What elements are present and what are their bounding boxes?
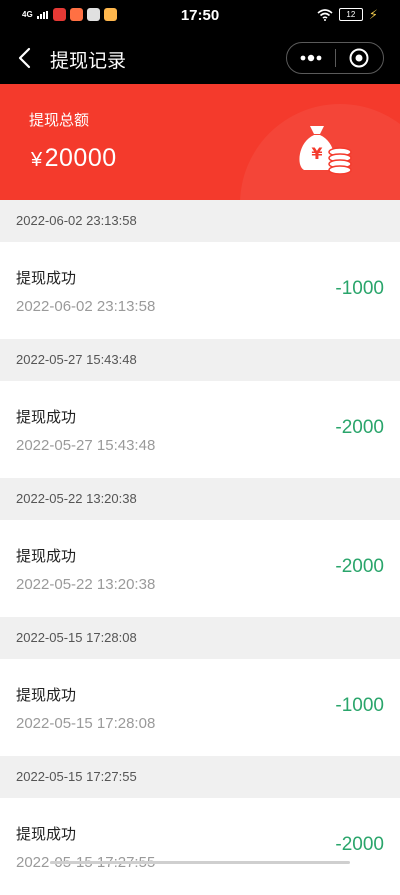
record-item[interactable]: 提现成功 2022-05-15 17:28:08 -1000 [0, 659, 400, 756]
record-status: 提现成功 [16, 548, 77, 565]
summary-amount: ¥20000 [31, 144, 117, 173]
summary-amount-value: 20000 [44, 144, 117, 172]
more-dots-icon [300, 54, 322, 62]
record-group: 2022-05-22 13:20:38 提现成功 2022-05-22 13:2… [0, 478, 400, 617]
home-indicator[interactable] [50, 861, 350, 864]
record-amount: -1000 [335, 278, 384, 299]
record-list: 2022-06-02 23:13:58 提现成功 2022-06-02 23:1… [0, 200, 400, 895]
record-status: 提现成功 [16, 270, 77, 287]
record-amount: -2000 [335, 556, 384, 577]
record-item[interactable]: 提现成功 2022-05-22 13:20:38 -2000 [0, 520, 400, 617]
record-group: 2022-05-15 17:28:08 提现成功 2022-05-15 17:2… [0, 617, 400, 756]
target-close-icon [349, 48, 369, 68]
more-button[interactable] [287, 43, 335, 73]
charging-icon: ⚡ [368, 7, 378, 22]
summary-label: 提现总额 [29, 112, 90, 129]
group-date-header: 2022-05-22 13:20:38 [0, 478, 400, 520]
mini-program-capsule [286, 42, 384, 74]
nav-bar: 提现记录 [0, 32, 400, 84]
group-date-header: 2022-05-15 17:28:08 [0, 617, 400, 659]
record-amount: -2000 [335, 834, 384, 855]
record-time: 2022-05-22 13:20:38 [16, 576, 156, 593]
chevron-left-icon [18, 47, 31, 69]
currency-symbol: ¥ [31, 149, 43, 171]
record-amount: -2000 [335, 417, 384, 438]
record-group: 2022-05-27 15:43:48 提现成功 2022-05-27 15:4… [0, 339, 400, 478]
withdraw-summary-banner: 提现总额 ¥20000 ¥ [0, 84, 400, 200]
record-time: 2022-06-02 23:13:58 [16, 298, 156, 315]
svg-text:¥: ¥ [311, 144, 322, 163]
group-date-header: 2022-05-27 15:43:48 [0, 339, 400, 381]
record-time: 2022-05-27 15:43:48 [16, 437, 156, 454]
record-group: 2022-05-15 17:27:55 提现成功 2022-05-15 17:2… [0, 756, 400, 895]
status-right: 12 ⚡ [317, 8, 378, 21]
close-button[interactable] [335, 43, 383, 73]
record-status: 提现成功 [16, 826, 77, 843]
record-item[interactable]: 提现成功 2022-06-02 23:13:58 -1000 [0, 242, 400, 339]
wifi-icon [317, 8, 333, 21]
record-item[interactable]: 提现成功 2022-05-15 17:27:55 -2000 [0, 798, 400, 895]
record-time: 2022-05-15 17:28:08 [16, 715, 156, 732]
record-status: 提现成功 [16, 409, 77, 426]
group-date-header: 2022-05-15 17:27:55 [0, 756, 400, 798]
record-group: 2022-06-02 23:13:58 提现成功 2022-06-02 23:1… [0, 200, 400, 339]
page-title: 提现记录 [50, 51, 127, 72]
back-button[interactable] [12, 44, 38, 72]
record-status: 提现成功 [16, 687, 77, 704]
group-date-header: 2022-06-02 23:13:58 [0, 200, 400, 242]
status-bar: 4G 17:50 12 ⚡ [0, 0, 400, 32]
record-amount: -1000 [335, 695, 384, 716]
record-item[interactable]: 提现成功 2022-05-27 15:43:48 -2000 [0, 381, 400, 478]
battery-icon: 12 [338, 8, 363, 21]
money-bag-coins-icon: ¥ [299, 126, 352, 175]
